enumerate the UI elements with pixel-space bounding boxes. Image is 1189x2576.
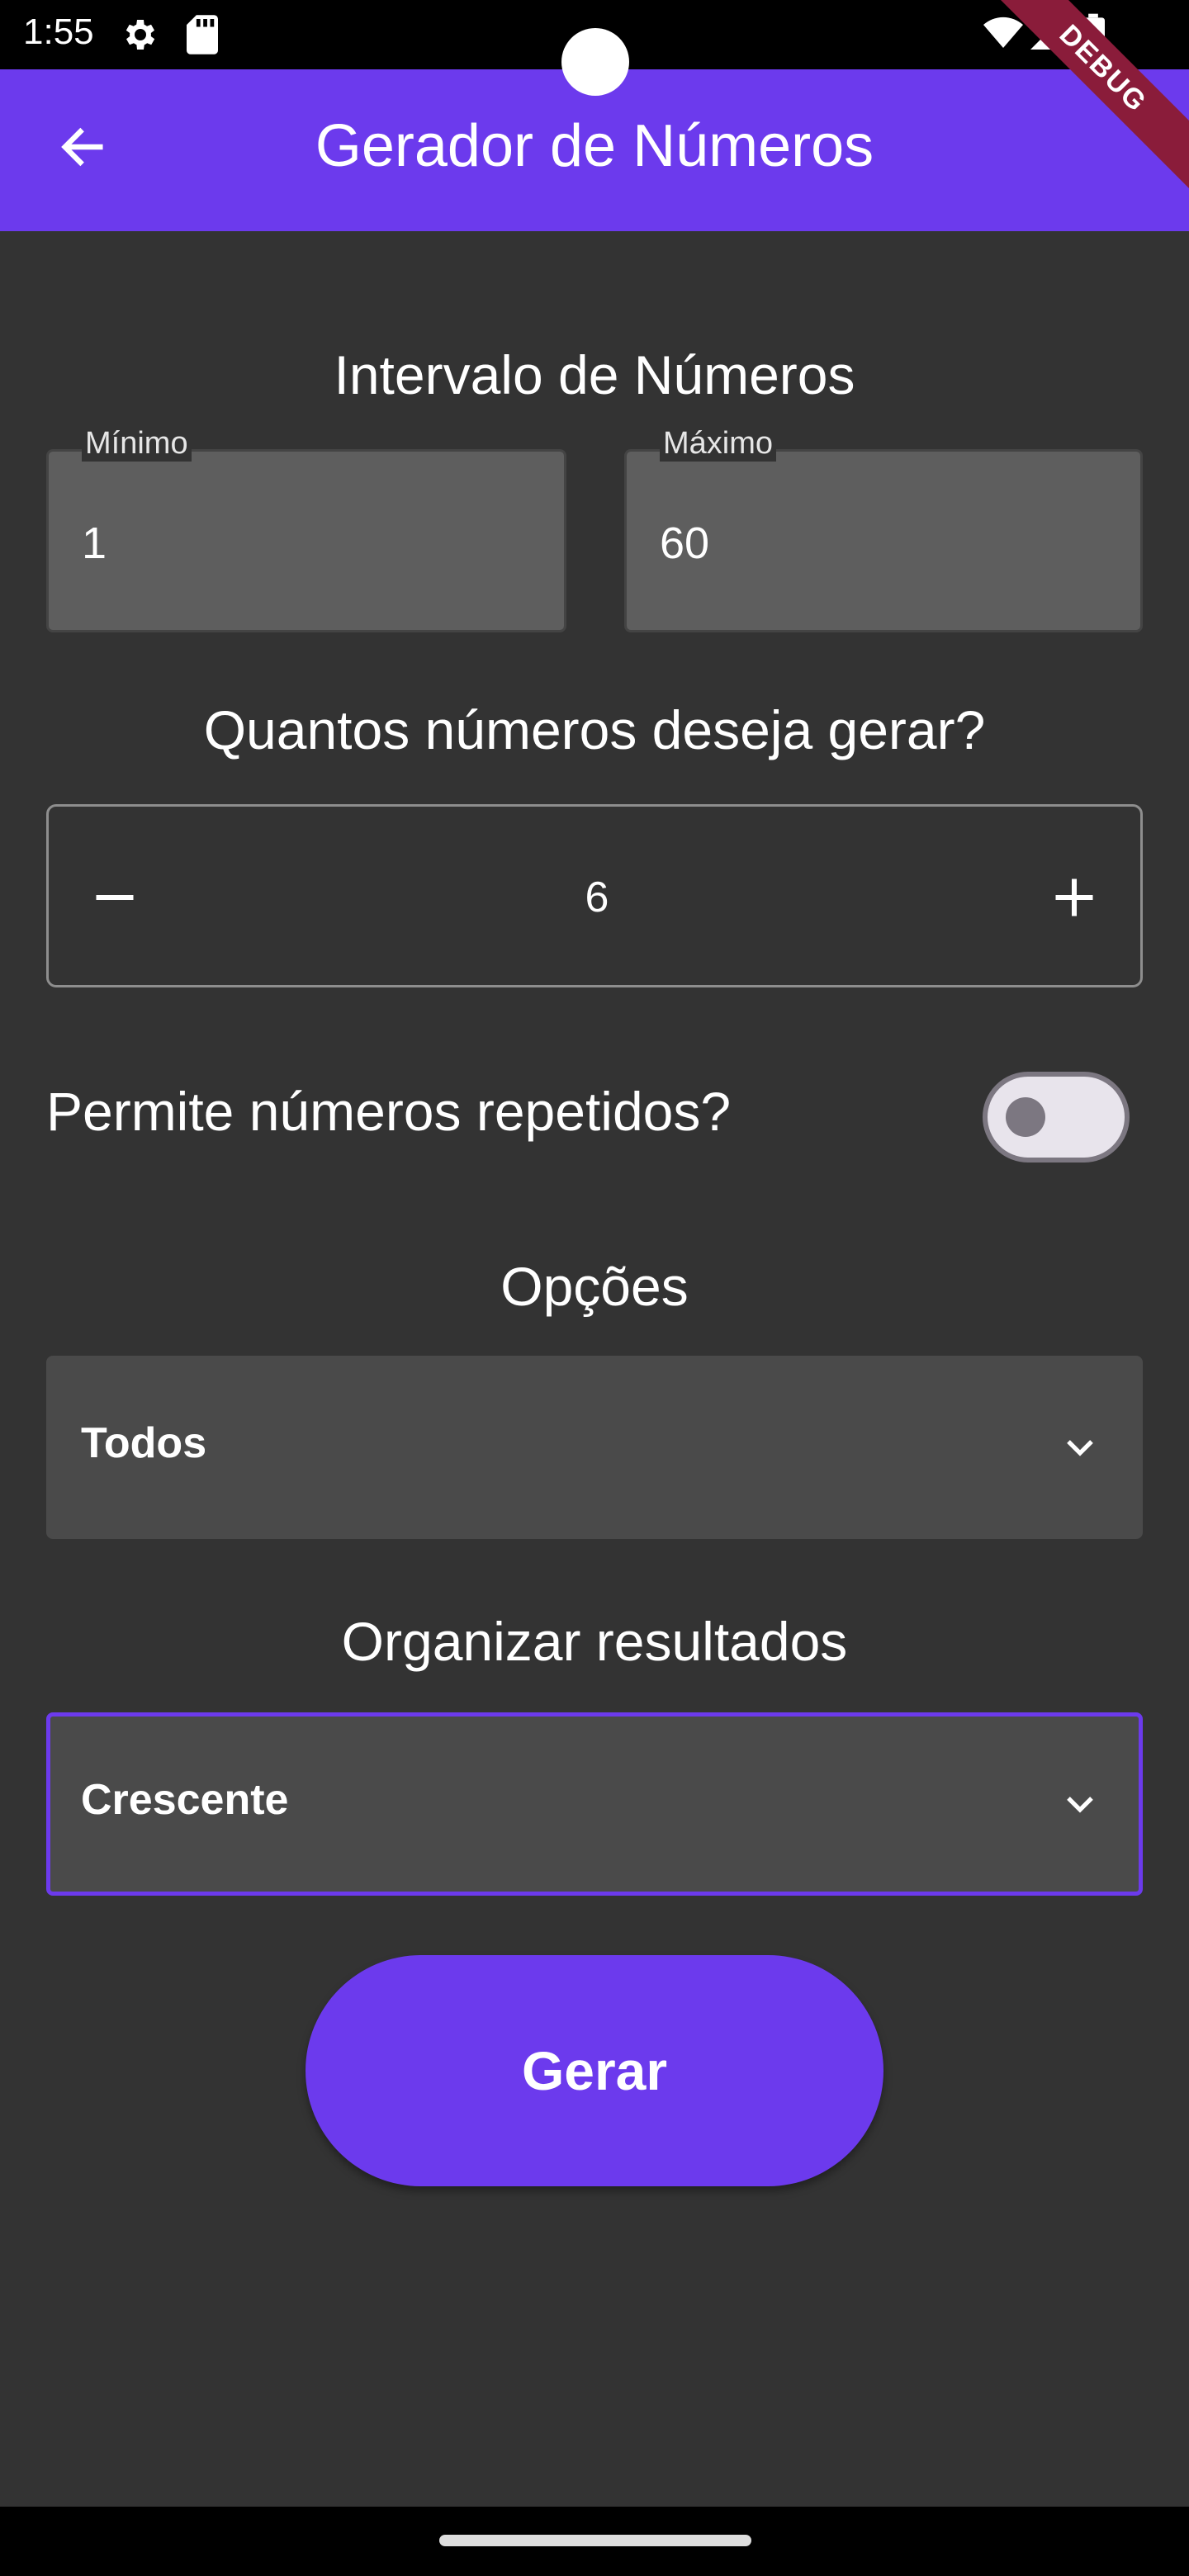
chevron-down-icon xyxy=(1067,1440,1093,1456)
gear-icon xyxy=(126,20,155,50)
min-field-value: 1 xyxy=(82,519,107,568)
options-title: Opções xyxy=(500,1256,689,1317)
home-indicator[interactable] xyxy=(439,2535,751,2546)
page-title: Gerador de Números xyxy=(315,113,874,179)
wifi-icon xyxy=(983,17,1023,48)
options-selected-value: Todos xyxy=(81,1419,207,1467)
max-field-value: 60 xyxy=(660,519,710,568)
interval-title: Intervalo de Números xyxy=(334,344,855,405)
front-camera xyxy=(561,28,629,96)
system-nav-bar xyxy=(0,2507,1189,2576)
main-content: Intervalo de Números Mínimo 1 Máximo 60 … xyxy=(0,231,1189,2507)
chevron-down-icon xyxy=(1067,1797,1093,1813)
quantity-title: Quantos números deseja gerar? xyxy=(203,699,986,760)
repeat-toggle[interactable] xyxy=(983,1072,1130,1163)
sort-selected-value: Crescente xyxy=(81,1776,289,1824)
sort-title: Organizar resultados xyxy=(341,1611,848,1672)
status-time: 1:55 xyxy=(23,12,94,52)
quantity-stepper: 6 xyxy=(46,804,1143,987)
plus-icon xyxy=(1055,878,1093,916)
sort-select[interactable]: Crescente xyxy=(46,1712,1143,1896)
max-field[interactable]: Máximo 60 xyxy=(624,425,1143,632)
sd-card-icon xyxy=(187,15,218,54)
generate-button[interactable]: Gerar xyxy=(306,1955,883,2186)
toggle-knob xyxy=(1006,1097,1045,1137)
options-select[interactable]: Todos xyxy=(46,1356,1143,1539)
max-field-label: Máximo xyxy=(660,425,777,462)
min-field-label: Mínimo xyxy=(82,425,192,462)
quantity-value: 6 xyxy=(585,874,609,921)
repeat-label: Permite números repetidos? xyxy=(46,1081,732,1142)
increment-button[interactable] xyxy=(1025,848,1124,947)
min-field[interactable]: Mínimo 1 xyxy=(46,425,566,632)
